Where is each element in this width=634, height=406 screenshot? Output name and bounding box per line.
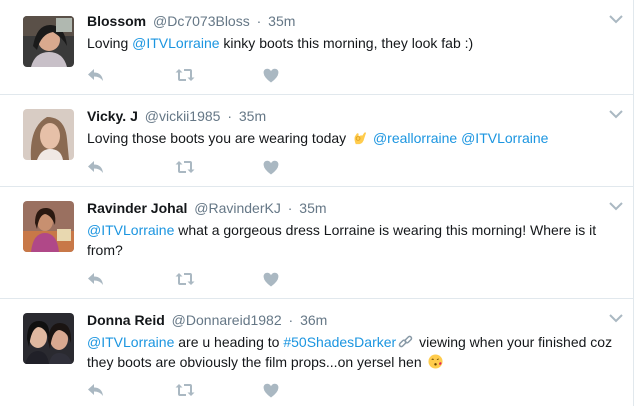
reply-button[interactable] bbox=[87, 159, 175, 175]
mention-link[interactable]: @reallorraine bbox=[373, 130, 457, 146]
tweet-item[interactable]: Ravinder Johal @RavinderKJ · 35m @ITVLor… bbox=[0, 187, 633, 299]
tweet-timestamp[interactable]: 35m bbox=[239, 108, 266, 124]
mention-link[interactable]: @ITVLorraine bbox=[461, 130, 548, 146]
reply-icon bbox=[88, 69, 103, 81]
user-handle[interactable]: @Dc7073Bloss bbox=[153, 13, 250, 29]
heart-icon bbox=[263, 68, 279, 82]
reply-icon bbox=[88, 161, 103, 173]
tweet-feed: Blossom @Dc7073Bloss · 35m Loving @ITVLo… bbox=[0, 0, 634, 406]
text-segment: Loving those boots you are wearing today bbox=[87, 130, 351, 146]
tweet-timestamp[interactable]: 36m bbox=[300, 312, 327, 328]
chevron-down-icon[interactable] bbox=[609, 201, 623, 211]
reply-icon bbox=[88, 273, 103, 285]
retweet-icon bbox=[175, 384, 195, 396]
retweet-button[interactable] bbox=[175, 159, 263, 175]
like-button[interactable] bbox=[263, 382, 351, 398]
heart-icon bbox=[263, 160, 279, 174]
display-name[interactable]: Donna Reid bbox=[87, 312, 165, 328]
separator-dot: · bbox=[227, 108, 232, 124]
text-segment: are u heading to bbox=[174, 334, 284, 350]
reply-button[interactable] bbox=[87, 67, 175, 83]
tweet-actions bbox=[87, 67, 351, 83]
chevron-down-icon[interactable] bbox=[609, 109, 623, 119]
retweet-icon bbox=[175, 273, 195, 285]
text-segment: Loving bbox=[87, 35, 133, 51]
like-button[interactable] bbox=[263, 271, 351, 287]
tweet-item[interactable]: Vicky. J @vickii1985 · 35m Loving those … bbox=[0, 95, 633, 187]
mention-link[interactable]: @ITVLorraine bbox=[87, 334, 174, 350]
like-button[interactable] bbox=[263, 67, 351, 83]
retweet-button[interactable] bbox=[175, 67, 263, 83]
reply-icon bbox=[88, 384, 103, 396]
kissing-face-emoji-icon bbox=[427, 354, 443, 369]
avatar[interactable] bbox=[23, 201, 74, 252]
separator-dot: · bbox=[256, 13, 262, 29]
tweet-text: @ITVLorraine what a gorgeous dress Lorra… bbox=[87, 220, 613, 260]
tweet-timestamp[interactable]: 35m bbox=[299, 200, 326, 216]
user-handle[interactable]: @vickii1985 bbox=[145, 108, 221, 124]
hashtag-link[interactable]: #50ShadesDarker bbox=[283, 334, 396, 350]
like-button[interactable] bbox=[263, 159, 351, 175]
tweet-timestamp[interactable]: 35m bbox=[268, 13, 295, 29]
avatar[interactable] bbox=[23, 313, 74, 364]
separator-dot: · bbox=[288, 312, 294, 328]
retweet-button[interactable] bbox=[175, 271, 263, 287]
ok-hand-emoji-icon bbox=[354, 132, 367, 145]
mention-link[interactable]: @ITVLorraine bbox=[87, 222, 174, 238]
retweet-icon bbox=[175, 161, 195, 173]
tweet-item[interactable]: Donna Reid @Donnareid1982 · 36m @ITVLorr… bbox=[0, 299, 633, 406]
reply-button[interactable] bbox=[87, 382, 175, 398]
tweet-actions bbox=[87, 271, 351, 287]
heart-icon bbox=[263, 383, 279, 397]
tweet-text: Loving @ITVLorraine kinky boots this mor… bbox=[87, 33, 613, 53]
chevron-down-icon[interactable] bbox=[609, 14, 623, 24]
chain-emoji-icon bbox=[398, 335, 413, 348]
user-handle[interactable]: @RavinderKJ bbox=[194, 200, 281, 216]
separator-dot: · bbox=[287, 200, 293, 216]
tweet-item[interactable]: Blossom @Dc7073Bloss · 35m Loving @ITVLo… bbox=[0, 0, 633, 95]
heart-icon bbox=[263, 272, 279, 286]
user-handle[interactable]: @Donnareid1982 bbox=[172, 312, 282, 328]
tweet-actions bbox=[87, 382, 351, 398]
chevron-down-icon[interactable] bbox=[609, 313, 623, 323]
display-name[interactable]: Ravinder Johal bbox=[87, 200, 187, 216]
display-name[interactable]: Blossom bbox=[87, 13, 146, 29]
tweet-text: Loving those boots you are wearing today… bbox=[87, 128, 613, 148]
text-segment: kinky boots this morning, they look fab … bbox=[219, 35, 474, 51]
tweet-actions bbox=[87, 159, 351, 175]
retweet-button[interactable] bbox=[175, 382, 263, 398]
display-name[interactable]: Vicky. J bbox=[87, 108, 138, 124]
avatar[interactable] bbox=[23, 109, 74, 160]
tweet-text: @ITVLorraine are u heading to #50ShadesD… bbox=[87, 332, 613, 372]
mention-link[interactable]: @ITVLorraine bbox=[132, 35, 219, 51]
avatar[interactable] bbox=[23, 16, 74, 67]
reply-button[interactable] bbox=[87, 271, 175, 287]
retweet-icon bbox=[175, 69, 195, 81]
